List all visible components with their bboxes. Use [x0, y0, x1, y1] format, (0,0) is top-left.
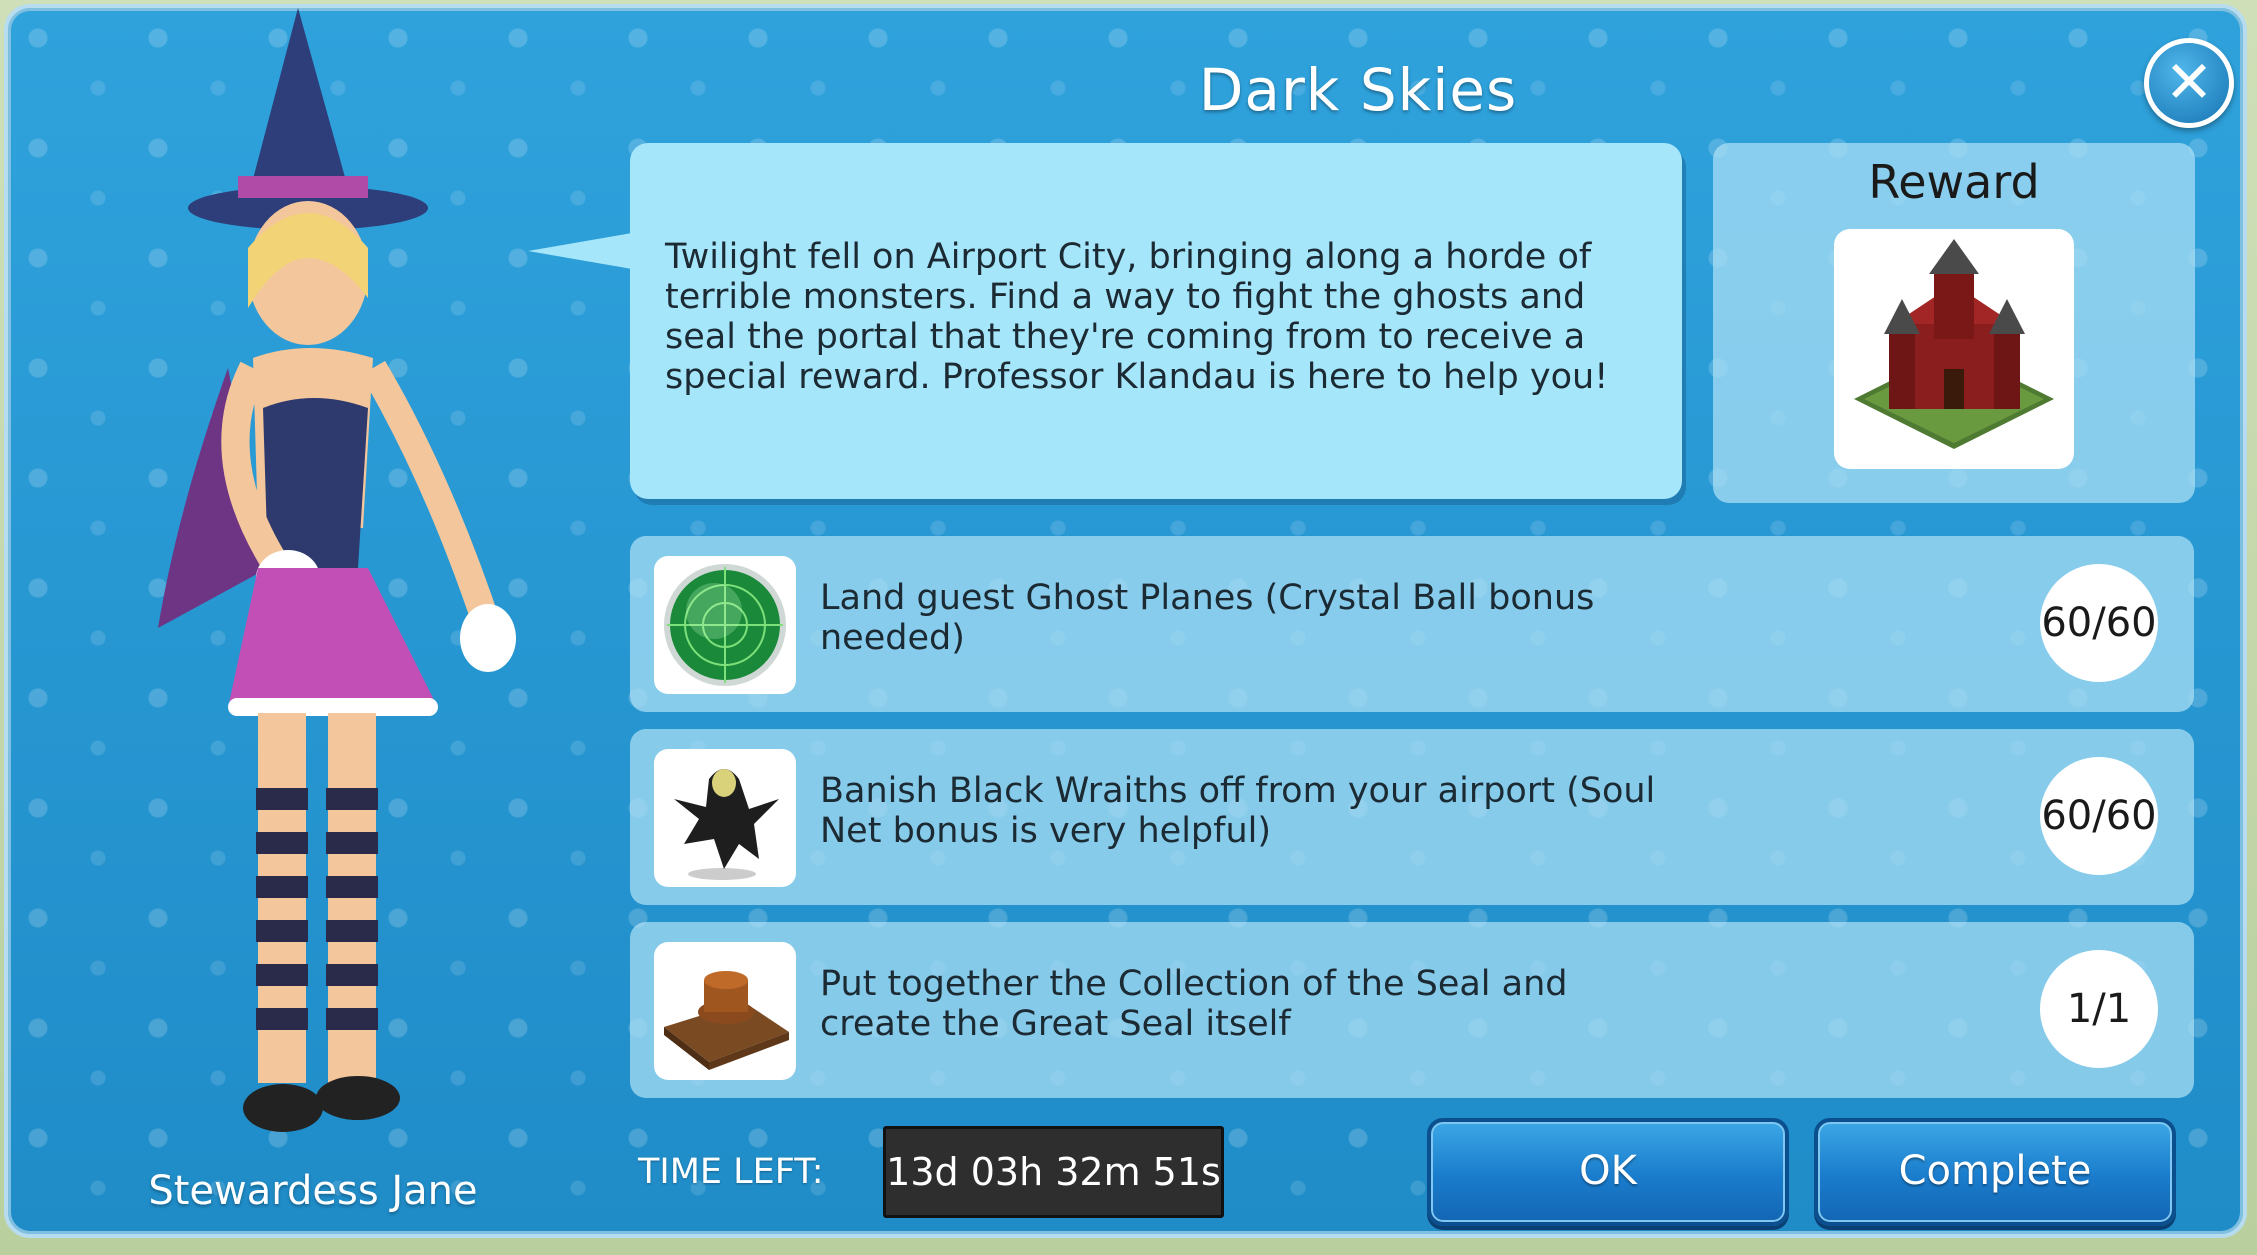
- reward-panel: Reward: [1713, 143, 2195, 503]
- radar-icon: [654, 556, 796, 694]
- time-left-label: TIME LEFT:: [638, 1152, 824, 1192]
- time-left-value: 13d 03h 32m 51s: [883, 1126, 1224, 1218]
- task-progress: 1/1: [2040, 950, 2158, 1068]
- character-illustration: [158, 8, 516, 1132]
- close-icon: ✕: [2164, 48, 2214, 116]
- task-description: Put together the Collection of the Seal …: [820, 964, 1568, 1044]
- task-row: Put together the Collection of the Seal …: [630, 922, 2194, 1098]
- wraith-icon: [654, 749, 796, 887]
- reward-title: Reward: [1868, 155, 2040, 209]
- quest-dialog: Dark Skies ✕ Stewardess Jane Twilight fe…: [4, 4, 2247, 1238]
- task-progress: 60/60: [2040, 757, 2158, 875]
- quest-description: Twilight fell on Airport City, bringing …: [665, 237, 1609, 397]
- ok-button[interactable]: OK: [1427, 1118, 1789, 1226]
- task-row: Land guest Ghost Planes (Crystal Ball bo…: [630, 536, 2194, 712]
- castle-illustration: [1854, 239, 2054, 449]
- speech-bubble-tail: [528, 233, 632, 269]
- close-button[interactable]: ✕: [2144, 38, 2234, 128]
- task-progress: 60/60: [2040, 564, 2158, 682]
- task-description: Land guest Ghost Planes (Crystal Ball bo…: [820, 578, 1595, 658]
- castle-image[interactable]: [1834, 229, 2074, 469]
- dialog-title: Dark Skies: [1198, 56, 1518, 124]
- seal-icon: [654, 942, 796, 1080]
- speech-bubble: Twilight fell on Airport City, bringing …: [630, 143, 1682, 499]
- complete-button[interactable]: Complete: [1814, 1118, 2176, 1226]
- task-description: Banish Black Wraiths off from your airpo…: [820, 771, 1656, 851]
- task-row: Banish Black Wraiths off from your airpo…: [630, 729, 2194, 905]
- character-name: Stewardess Jane: [148, 1168, 478, 1214]
